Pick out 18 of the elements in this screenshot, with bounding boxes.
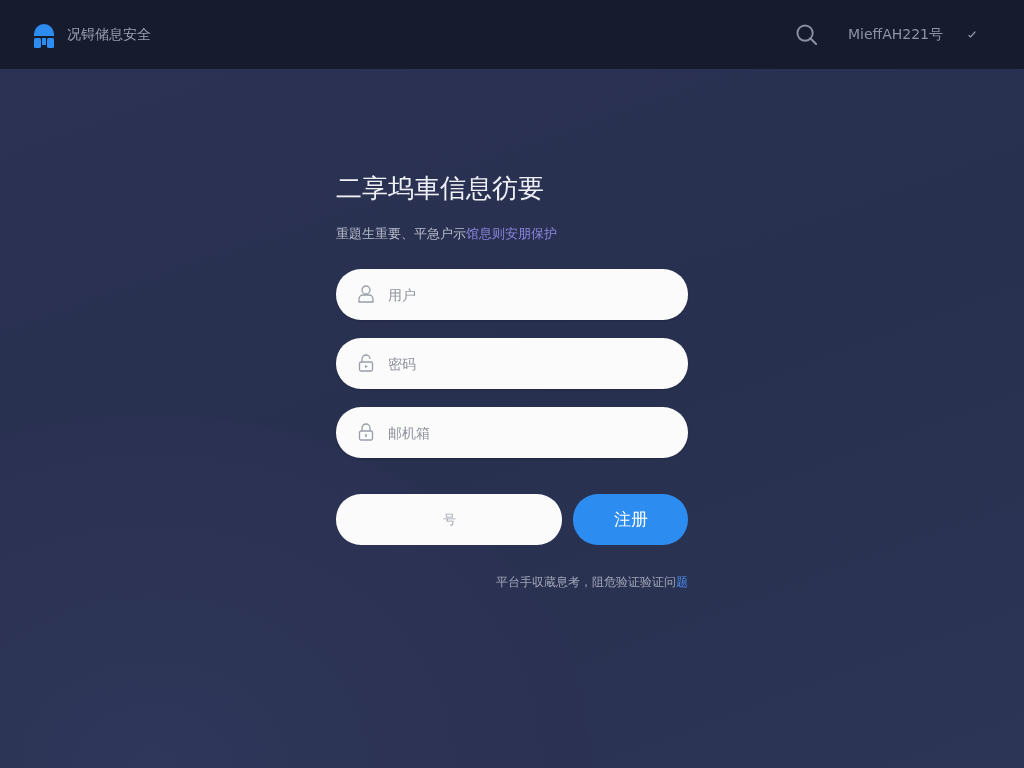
person-icon (358, 285, 374, 303)
lock-icon (358, 423, 374, 441)
tick-icon[interactable] (968, 31, 976, 38)
input-field[interactable]: 邮机箱 (336, 407, 688, 458)
secondary-button[interactable]: 号 (336, 494, 562, 545)
register-button[interactable]: 注册 (573, 494, 688, 545)
user-name[interactable]: MieffAH221号 (847, 25, 943, 44)
input-field[interactable]: 密码 (336, 338, 688, 389)
input-field[interactable]: 用户 (336, 269, 688, 320)
subtitle: 重題生重要、平急户示 (336, 226, 466, 241)
search-icon[interactable] (795, 24, 817, 45)
brand-name: 况锝储息安全 (67, 25, 151, 44)
footer-note: 平台手収蔵息考，阻危验证验证问 (496, 575, 676, 589)
logo-icon (31, 21, 57, 48)
subtitle-highlight: 馆息则安朋保护 (466, 226, 557, 241)
footer-link[interactable]: 题 (676, 575, 688, 589)
page-title: 二享坞車信息彷要 (336, 172, 544, 204)
lock-icon (358, 354, 374, 372)
